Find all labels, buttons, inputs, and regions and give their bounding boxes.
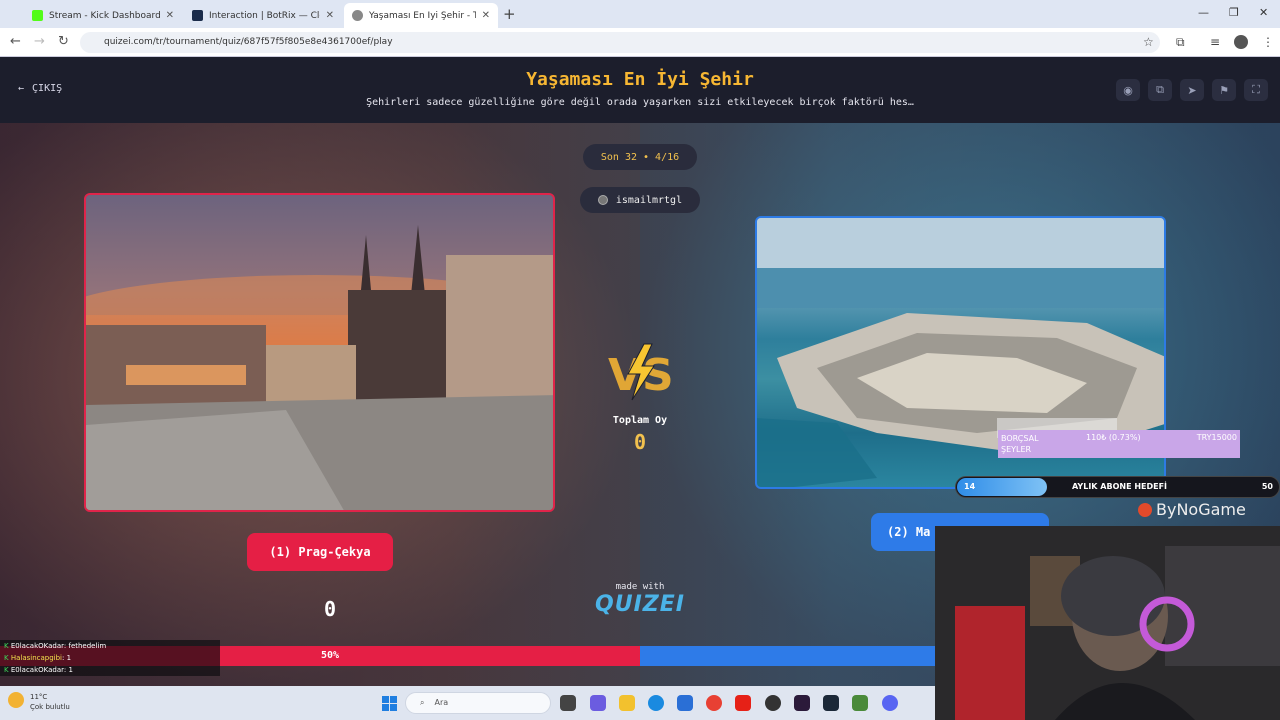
total-votes-value: 0 — [633, 430, 647, 454]
browser-address-bar: ← → ↻ quizei.com/tr/tournament/quiz/687f… — [0, 28, 1280, 57]
left-option-image[interactable] — [84, 193, 555, 512]
kick-badge-icon: K — [4, 666, 11, 674]
send-icon[interactable]: ➤ — [1180, 79, 1204, 101]
total-votes-label: Toplam Oy — [612, 415, 668, 426]
forward-icon[interactable]: → — [34, 34, 45, 49]
reload-icon[interactable]: ↻ — [58, 34, 69, 49]
media-icon[interactable]: ≡ — [1210, 35, 1220, 49]
browser-tab-bar: Stream - Kick Dashboard ✕ Interaction | … — [0, 0, 1280, 28]
search-icon: ⌕ — [420, 698, 425, 707]
file-explorer-icon[interactable] — [619, 695, 635, 711]
stream-chat-overlay: K E0lacakOKadar: fethedelim K Halasincap… — [0, 640, 220, 676]
fullscreen-icon[interactable]: ⛶ — [1244, 79, 1268, 101]
left-vote-count: 0 — [323, 597, 337, 621]
back-icon[interactable]: ← — [10, 34, 21, 49]
menu-icon[interactable]: ⋮ — [1262, 35, 1274, 49]
weather-cloud-icon — [8, 692, 24, 708]
botrix-favicon-icon — [192, 10, 203, 21]
browser-tab-botrix[interactable]: Interaction | BotRix — Cloud St... ✕ — [184, 3, 342, 28]
eye-icon[interactable]: ◉ — [1116, 79, 1140, 101]
vs-lightning-icon: VS — [608, 343, 672, 401]
maximize-icon[interactable]: ❐ — [1229, 6, 1239, 19]
close-tab-icon[interactable]: ✕ — [326, 10, 334, 21]
url-input[interactable]: quizei.com/tr/tournament/quiz/687f57f5f8… — [80, 32, 1160, 53]
kick-badge-icon: K — [4, 654, 11, 662]
chat-message: K Halasincapgibi: 1 — [4, 654, 72, 662]
flag-icon[interactable]: ⚑ — [1212, 79, 1236, 101]
task-view-icon[interactable] — [560, 695, 576, 711]
streamer-webcam-illustration — [935, 526, 1280, 720]
close-tab-icon[interactable]: ✕ — [166, 10, 174, 21]
bookmark-star-icon[interactable]: ☆ — [1143, 35, 1154, 49]
chrome-icon[interactable] — [706, 695, 722, 711]
screen: Stream - Kick Dashboard ✕ Interaction | … — [0, 0, 1280, 720]
chat-message: K E0lacakOKadar: 1 — [4, 666, 73, 674]
edge-icon[interactable] — [648, 695, 664, 711]
close-window-icon[interactable]: ✕ — [1259, 6, 1268, 19]
webcam-feed — [935, 526, 1280, 720]
obs-icon[interactable] — [765, 695, 781, 711]
bynogame-brand: ByNoGame — [1138, 500, 1246, 519]
windows-start-icon[interactable] — [382, 696, 397, 711]
user-pill[interactable]: ismailmrtgl — [580, 187, 700, 213]
quizei-logo[interactable]: QUIZEI — [590, 592, 690, 617]
discord-icon[interactable] — [882, 695, 898, 711]
profile-avatar[interactable] — [1234, 35, 1248, 49]
windows-taskbar: 11°C Çok bulutlu ⌕ Ara — [0, 686, 935, 720]
round-indicator: Son 32 • 4/16 — [583, 144, 697, 170]
chat-message: K E0lacakOKadar: fethedelim — [4, 642, 107, 650]
weather-widget[interactable]: 11°C Çok bulutlu — [8, 692, 70, 712]
vote-percent-left: 50% — [320, 650, 340, 661]
copilot-icon[interactable] — [590, 695, 606, 711]
made-with-label: made with — [615, 582, 665, 592]
quizei-favicon-icon — [352, 10, 363, 21]
browser-tab-quizei[interactable]: Yaşaması En İyi Şehir - Tier List ✕ — [344, 3, 498, 28]
quiz-header: ← ÇIKIŞ Yaşaması En İyi Şehir Şehirleri … — [0, 57, 1280, 123]
bynogame-logo-icon — [1138, 502, 1152, 517]
taskbar-search-input[interactable]: ⌕ Ara — [405, 692, 551, 714]
app-icon[interactable] — [852, 695, 868, 711]
copy-icon[interactable]: ⧉ — [1148, 79, 1172, 101]
extensions-icon[interactable]: ⧉ — [1176, 35, 1185, 50]
app-icon[interactable] — [794, 695, 810, 711]
quiz-subtitle: Şehirleri sadece güzelliğine göre değil … — [366, 97, 914, 108]
steam-icon[interactable] — [823, 695, 839, 711]
option-1-button[interactable]: (1) Prag-Çekya — [247, 533, 393, 571]
youtube-icon[interactable] — [735, 695, 751, 711]
close-tab-icon[interactable]: ✕ — [482, 10, 490, 21]
store-icon[interactable] — [677, 695, 693, 711]
quiz-title: Yaşaması En İyi Şehir — [526, 69, 754, 90]
minimize-icon[interactable]: — — [1198, 6, 1209, 19]
kick-badge-icon: K — [4, 642, 11, 650]
new-tab-icon[interactable]: + — [503, 5, 516, 23]
user-avatar — [597, 195, 608, 205]
browser-tab-kick[interactable]: Stream - Kick Dashboard ✕ — [24, 3, 182, 28]
donation-goal-overlay: BORÇSAL ŞEYLER 110₺ (0.73%) TRY15000 — [998, 430, 1240, 458]
subscriber-goal-bar: 14 AYLIK ABONE HEDEFİ 50 — [955, 476, 1280, 498]
prague-square-illustration — [86, 195, 553, 510]
kick-favicon-icon — [32, 10, 43, 21]
